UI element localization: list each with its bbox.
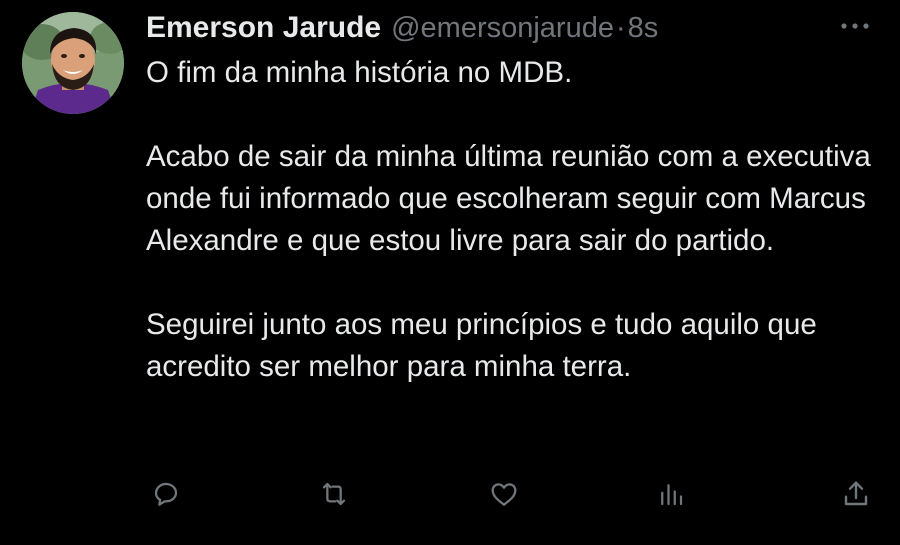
tweet-header: Emerson Jarude @emersonjarude · 8s [146,8,658,48]
tweet-paragraph: Acabo de sair da minha última reunião co… [146,140,871,257]
views-button[interactable] [651,472,691,516]
tweet-text: O fim da minha história no MDB. Acabo de… [146,52,876,388]
avatar[interactable] [22,12,124,114]
reply-icon [154,482,178,506]
reply-button[interactable] [146,472,186,516]
timestamp[interactable]: 8s [628,12,659,45]
like-button[interactable] [484,472,524,516]
share-icon [844,481,868,506]
action-bar [146,472,881,516]
tweet-paragraph: O fim da minha história no MDB. [146,56,573,89]
author-name[interactable]: Emerson Jarude [146,11,381,45]
retweet-button[interactable] [314,472,354,516]
share-button[interactable] [836,472,876,516]
tweet-paragraph: Seguirei junto aos meu princípios e tudo… [146,308,817,383]
separator-dot: · [615,11,626,44]
views-icon [661,484,683,506]
tweet[interactable]: Emerson Jarude @emersonjarude · 8s O fim… [0,0,900,545]
author-handle[interactable]: @emersonjarude [391,12,614,45]
more-icon [841,23,869,29]
retweet-icon [322,482,346,506]
like-icon [491,483,517,506]
more-options-button[interactable] [840,14,870,38]
profile-photo-icon [22,12,124,114]
